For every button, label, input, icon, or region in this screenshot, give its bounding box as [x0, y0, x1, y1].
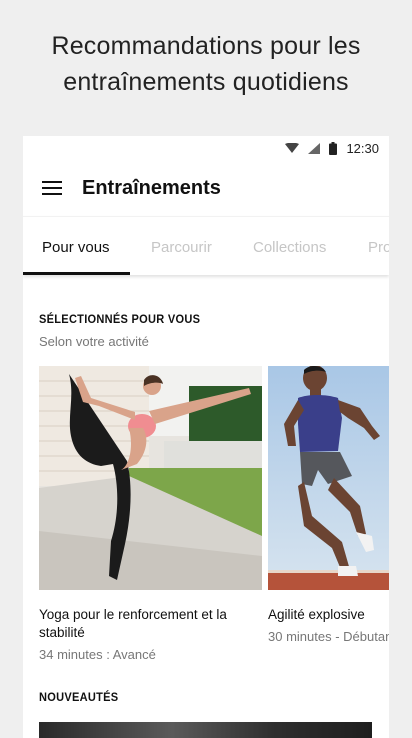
workout-image-agilite[interactable] — [268, 366, 389, 590]
battery-icon — [329, 141, 338, 155]
tab-pour-vous[interactable]: Pour vous — [42, 239, 110, 256]
status-time: 12:30 — [346, 140, 379, 156]
tab-collections[interactable]: Collections — [253, 239, 326, 256]
app-bar: Entraînements — [23, 160, 389, 216]
new-workout-image[interactable] — [39, 722, 372, 738]
app-title: Entraînements — [82, 176, 221, 199]
phone-screen: 12:30 Entraînements Pour vous Parcourir … — [23, 136, 389, 738]
tab-bar: Pour vous Parcourir Collections Pro — [23, 216, 389, 275]
signal-icon — [308, 142, 321, 154]
section-title-selected: SÉLECTIONNÉS POUR VOUS — [39, 312, 201, 326]
active-tab-indicator — [23, 272, 130, 275]
workout-title-agilite: Agilité explosive — [268, 607, 365, 622]
workout-meta-agilite: 30 minutes - Débutant — [268, 629, 389, 644]
section-title-new: NOUVEAUTÉS — [39, 690, 119, 704]
status-bar: 12:30 — [23, 136, 389, 160]
section-subtitle-selected: Selon votre activité — [39, 334, 149, 349]
promo-heading: Recommandations pour les entraînements q… — [0, 28, 412, 100]
workout-title-yoga: Yoga pour le renforcement et la stabilit… — [39, 607, 227, 640]
tab-parcourir[interactable]: Parcourir — [151, 239, 212, 256]
tab-pro[interactable]: Pro — [368, 239, 389, 256]
promo-line-1: Recommandations pour les — [51, 32, 361, 60]
menu-icon[interactable] — [42, 181, 62, 195]
workout-image-yoga[interactable] — [39, 366, 262, 590]
wifi-icon — [285, 142, 300, 154]
workout-meta-yoga: 34 minutes : Avancé — [39, 647, 156, 662]
promo-line-2: entraînements quotidiens — [63, 68, 349, 96]
